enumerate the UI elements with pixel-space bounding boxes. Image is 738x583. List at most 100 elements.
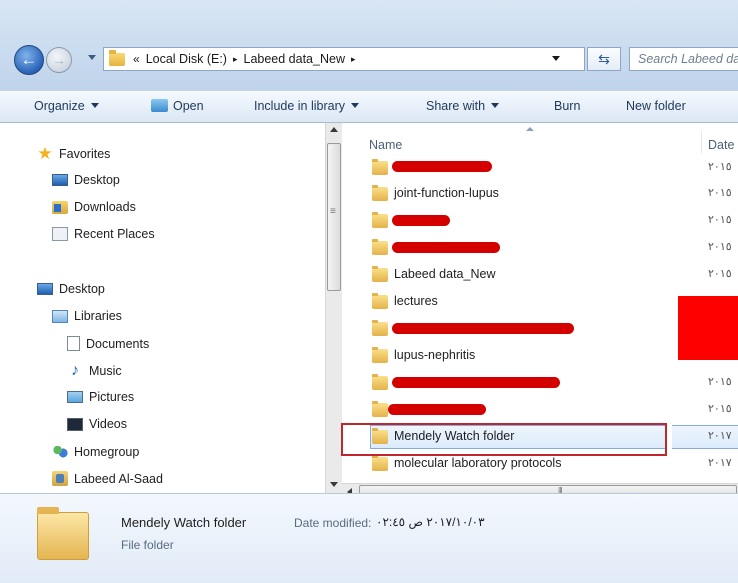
- refresh-button[interactable]: ⇆: [587, 47, 621, 71]
- back-button[interactable]: ←: [14, 45, 44, 75]
- downloads-icon: [52, 200, 68, 214]
- pictures-icon: [67, 391, 83, 403]
- nav-documents[interactable]: Documents: [67, 336, 149, 351]
- share-with-button[interactable]: Share with: [426, 99, 500, 113]
- forward-button[interactable]: →: [46, 47, 72, 73]
- open-label: Open: [173, 99, 204, 113]
- file-date: ٢٠١٧: [708, 430, 732, 442]
- nav-recent-places[interactable]: Recent Places: [52, 227, 155, 241]
- burn-button[interactable]: Burn: [554, 99, 580, 113]
- redaction-mark: [392, 242, 500, 253]
- refresh-icon: ⇆: [598, 51, 610, 67]
- scrollbar-thumb[interactable]: [327, 143, 341, 291]
- include-in-library-button[interactable]: Include in library: [254, 99, 360, 113]
- nav-label: Documents: [86, 336, 150, 351]
- sort-ascending-icon: [526, 127, 534, 131]
- column-header-date[interactable]: Date: [708, 138, 734, 152]
- nav-pictures[interactable]: Pictures: [67, 390, 134, 404]
- videos-icon: [67, 417, 83, 431]
- file-row[interactable]: Labeed data_New ٢٠١٥: [342, 263, 738, 287]
- open-button[interactable]: Open: [151, 99, 204, 113]
- libraries-icon: [52, 309, 68, 323]
- details-item-type: File folder: [121, 538, 174, 552]
- file-name: lectures: [394, 294, 438, 308]
- nav-desktop[interactable]: Desktop: [37, 282, 105, 296]
- folder-icon: [372, 185, 388, 201]
- file-date: ٢٠١٥: [708, 241, 732, 253]
- address-bar[interactable]: « Local Disk (E:) ▸ Labeed data_New ▸: [103, 47, 585, 71]
- nav-label: Downloads: [74, 200, 136, 214]
- navigation-scrollbar[interactable]: [325, 123, 342, 493]
- details-item-name: Mendely Watch folder: [121, 515, 247, 530]
- column-divider[interactable]: [701, 131, 702, 153]
- desktop-icon: [52, 174, 68, 186]
- folder-icon: [372, 455, 388, 471]
- breadcrumb-separator-icon[interactable]: ▸: [233, 54, 238, 65]
- file-row[interactable]: ٢٠١٥: [342, 209, 738, 233]
- file-row[interactable]: joint-function-lupus ٢٠١٥: [342, 182, 738, 206]
- breadcrumb-separator-icon[interactable]: ▸: [351, 54, 356, 65]
- breadcrumb-labeed-data-new[interactable]: Labeed data_New: [244, 52, 345, 66]
- nav-label: Music: [89, 363, 122, 378]
- nav-favorites[interactable]: ★ Favorites: [37, 144, 111, 163]
- organize-label: Organize: [34, 99, 85, 113]
- file-name: joint-function-lupus: [394, 186, 499, 200]
- forward-arrow-icon: →: [52, 52, 66, 68]
- nav-downloads[interactable]: Downloads: [52, 200, 136, 214]
- address-dropdown-icon[interactable]: [552, 56, 560, 61]
- file-row[interactable]: ٢٠١٥: [342, 156, 738, 180]
- search-input[interactable]: Search Labeed data_New: [629, 47, 738, 71]
- nav-label: Desktop: [59, 282, 105, 296]
- documents-icon: [67, 336, 80, 351]
- file-name: molecular laboratory protocols: [394, 456, 562, 470]
- redaction-mark: [388, 404, 486, 415]
- folder-icon: [372, 212, 388, 228]
- nav-label: Recent Places: [74, 227, 155, 241]
- column-header-name[interactable]: Name: [369, 138, 402, 152]
- nav-libraries[interactable]: Libraries: [52, 309, 122, 323]
- file-name: Labeed data_New: [394, 267, 496, 281]
- redaction-mark: [392, 377, 560, 388]
- folder-icon: [372, 239, 388, 255]
- chevron-down-icon: [491, 103, 500, 108]
- nav-label: Favorites: [59, 146, 111, 161]
- file-row[interactable]: ٢٠١٥: [342, 398, 738, 422]
- nav-favorites-desktop[interactable]: Desktop: [52, 173, 120, 187]
- star-icon: ★: [37, 144, 53, 163]
- file-date: ٢٠١٥: [708, 268, 732, 280]
- file-name: lupus-nephritis: [394, 348, 476, 362]
- homegroup-icon: [52, 444, 68, 459]
- nav-user-folder[interactable]: Labeed Al-Saad: [52, 471, 163, 486]
- new-folder-button[interactable]: New folder: [626, 99, 686, 113]
- details-date-modified-value: ٢٠١٧/١٠/٠٣ ص ٠٢:٤٥: [376, 515, 485, 529]
- user-folder-icon: [52, 471, 68, 486]
- scroll-down-icon[interactable]: [330, 482, 338, 487]
- music-note-icon: ♪: [71, 362, 79, 379]
- file-row[interactable]: ٢٠١٥: [342, 371, 738, 395]
- file-date: ٢٠١٥: [708, 376, 732, 388]
- file-date: ٢٠١٧: [708, 457, 732, 469]
- organize-button[interactable]: Organize: [34, 99, 99, 113]
- recent-pages-dropdown[interactable]: [88, 55, 96, 60]
- file-row[interactable]: ٢٠١٥: [342, 236, 738, 260]
- highlight-callout-box: [341, 423, 667, 456]
- nav-label: Videos: [89, 417, 127, 431]
- folder-icon: [372, 320, 388, 336]
- chevron-down-icon: [351, 103, 360, 108]
- file-date: ٢٠١٥: [708, 161, 732, 173]
- details-date-modified-label: Date modified:: [294, 516, 372, 530]
- include-in-library-label: Include in library: [254, 99, 346, 113]
- redaction-mark: [392, 161, 492, 172]
- nav-music[interactable]: ♪ Music: [67, 362, 122, 379]
- folder-icon: [372, 266, 388, 282]
- nav-label: Pictures: [89, 390, 135, 404]
- address-overflow-chevron[interactable]: «: [133, 52, 140, 66]
- nav-homegroup[interactable]: Homegroup: [52, 444, 139, 459]
- folder-icon: [372, 159, 388, 175]
- scroll-up-icon[interactable]: [330, 127, 338, 132]
- back-arrow-icon: ←: [20, 50, 38, 69]
- breadcrumb-local-disk[interactable]: Local Disk (E:): [146, 52, 227, 66]
- file-date: ٢٠١٥: [708, 187, 732, 199]
- nav-label: Libraries: [74, 309, 122, 323]
- nav-videos[interactable]: Videos: [67, 417, 127, 431]
